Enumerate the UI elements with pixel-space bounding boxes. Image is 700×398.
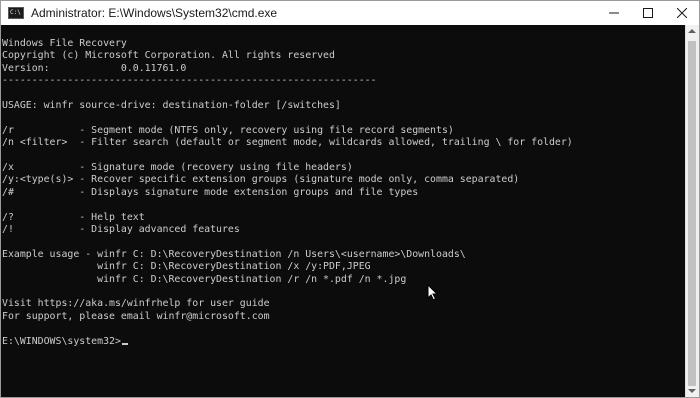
minimize-button[interactable]	[597, 1, 631, 25]
console-line: ----------------------------------------…	[2, 75, 377, 87]
cmd-window: C:\ Administrator: E:\Windows\System32\c…	[0, 0, 700, 398]
console-line: winfr C: D:\RecoveryDestination /x /y:PD…	[2, 261, 371, 273]
scroll-up-arrow-icon[interactable]	[688, 29, 696, 33]
command-prompt: E:\WINDOWS\system32>	[2, 335, 121, 347]
console-line: winfr C: D:\RecoveryDestination /r /n *.…	[2, 273, 407, 285]
text-cursor	[121, 342, 128, 345]
close-button[interactable]	[665, 1, 699, 25]
console-line: /? - Help text	[2, 211, 145, 223]
console-line: Copyright (c) Microsoft Corporation. All…	[2, 50, 335, 62]
console-line: /n <filter> - Filter search (default or …	[2, 137, 573, 149]
console-line: /! - Display advanced features	[2, 224, 240, 235]
mouse-pointer-icon	[427, 284, 439, 301]
minimize-icon	[609, 12, 619, 14]
console-line: Version: 0.0.11761.0	[2, 62, 187, 74]
vertical-scrollbar[interactable]	[685, 25, 699, 397]
console-line: For support, please email winfr@microsof…	[2, 310, 270, 322]
maximize-button[interactable]	[631, 1, 665, 25]
console-output[interactable]: Windows File Recovery Copyright (c) Micr…	[1, 25, 685, 397]
console-line: /y:<type(s)> - Recover specific extensio…	[2, 174, 520, 186]
prompt-line[interactable]: E:\WINDOWS\system32>	[2, 335, 128, 348]
console-line: USAGE: winfr source-drive: destination-f…	[2, 100, 341, 111]
window-title: Administrator: E:\Windows\System32\cmd.e…	[31, 6, 278, 20]
console-line: Example usage - winfr C: D:\RecoveryDest…	[2, 248, 466, 260]
maximize-icon	[643, 8, 653, 18]
cmd-app-icon[interactable]: C:\	[8, 7, 24, 19]
scroll-down-arrow-icon[interactable]	[688, 389, 696, 393]
console-line: /x - Signature mode (recovery using file…	[2, 162, 353, 173]
scrollbar-thumb[interactable]	[688, 41, 696, 386]
close-icon	[677, 8, 687, 18]
console-line: /r - Segment mode (NTFS only, recovery u…	[2, 124, 454, 136]
console-line: Visit https://aka.ms/winfrhelp for user …	[2, 298, 270, 310]
cmd-icon-glyph: C:\	[10, 9, 21, 16]
window-controls	[597, 1, 699, 25]
title-bar[interactable]: C:\ Administrator: E:\Windows\System32\c…	[1, 1, 699, 25]
console-line: Windows File Recovery	[2, 38, 127, 49]
console-line: /# - Displays signature mode extension g…	[2, 186, 419, 198]
